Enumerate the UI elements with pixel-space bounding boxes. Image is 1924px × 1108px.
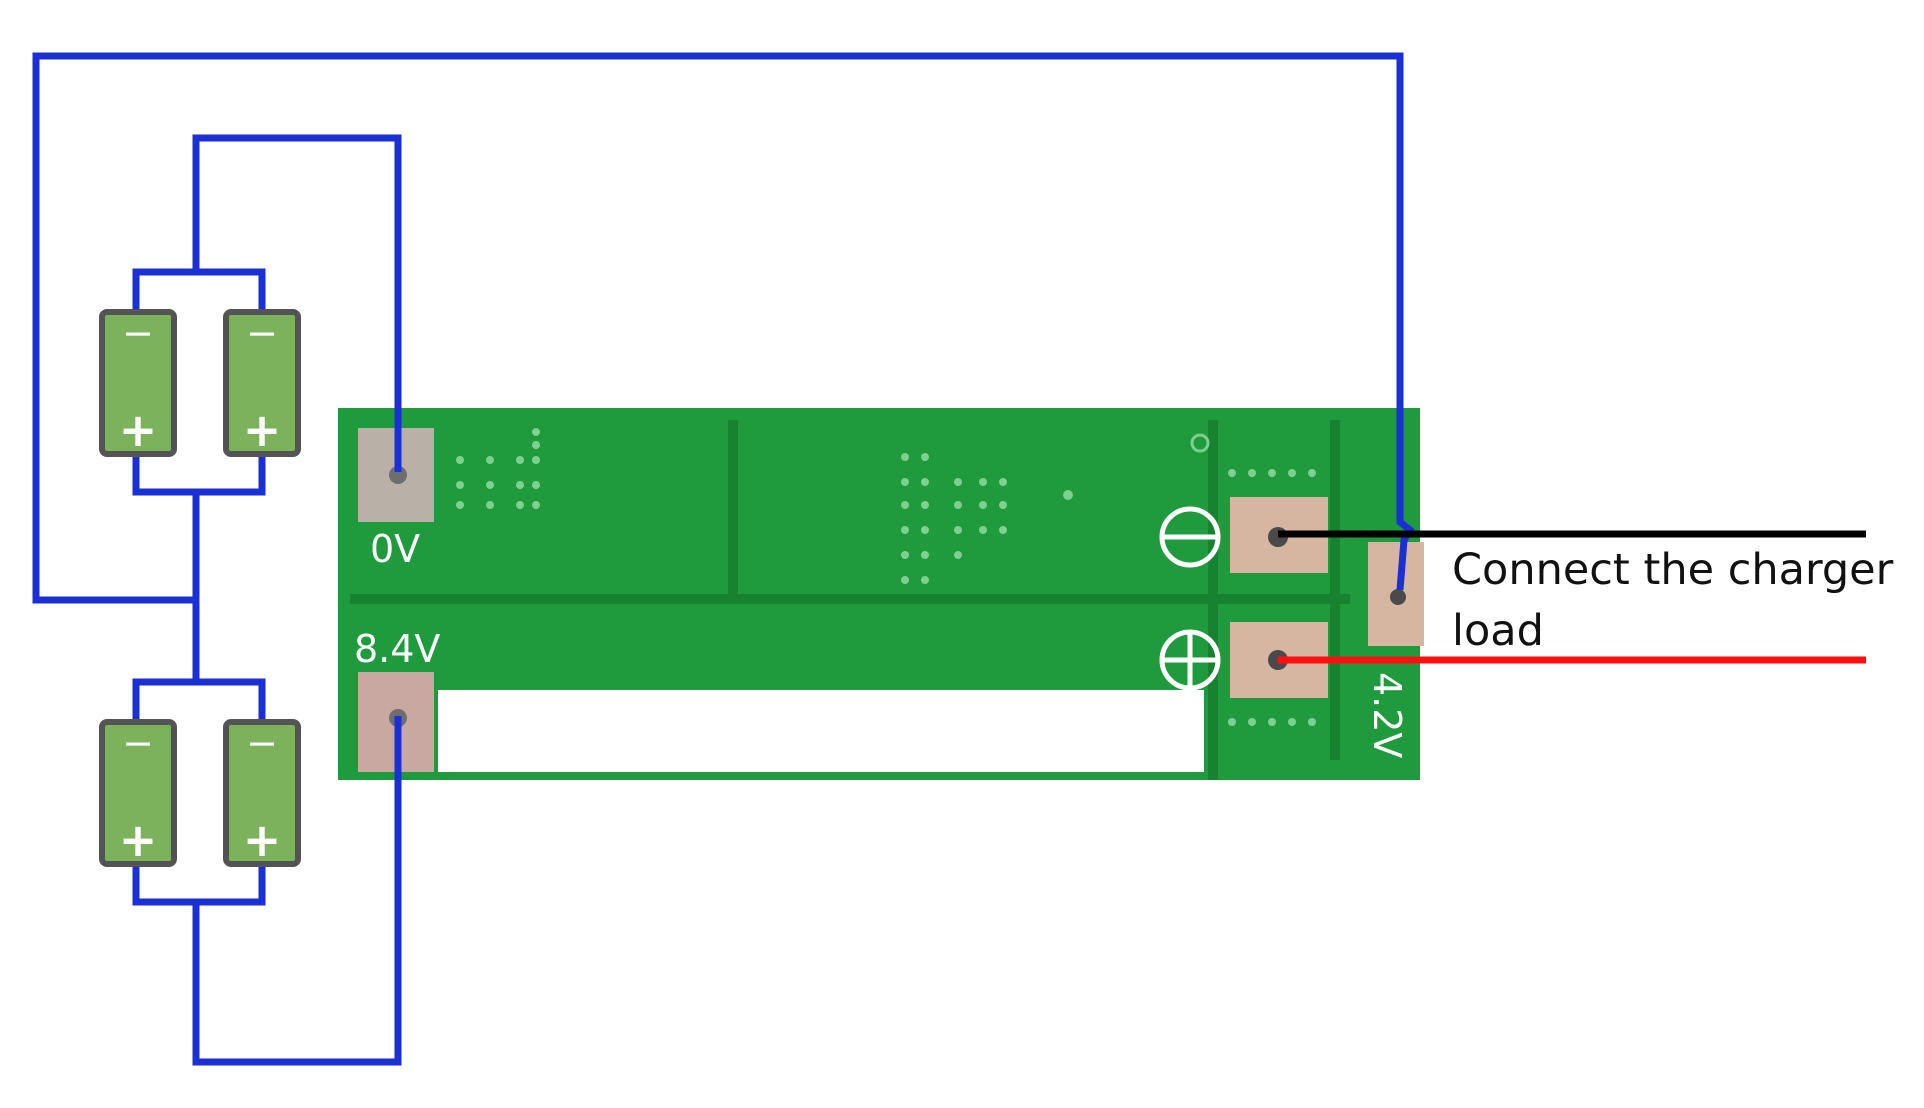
- board-slot-vertical-far: [1330, 420, 1340, 760]
- board-plus-symbol: [1159, 629, 1221, 691]
- wire-top-group-neg-bus: [132, 268, 266, 312]
- bms-wiring-diagram: 0V 8.4V 4.2V − + − + − + − + Connect the…: [32, 52, 1894, 1066]
- pad-4v2-hole: [1390, 589, 1406, 605]
- board-slot-vertical-right: [1208, 420, 1218, 780]
- cell-positive-sign: +: [243, 403, 282, 457]
- battery-cell: − +: [223, 719, 301, 867]
- cell-positive-sign: +: [119, 403, 158, 457]
- cell-positive-sign: +: [119, 813, 158, 867]
- cell-positive-sign: +: [243, 813, 282, 867]
- cell-group-bottom: − + − +: [99, 719, 301, 867]
- wire-bottom-group-pos-bus: [132, 862, 266, 906]
- cell-negative-sign: −: [246, 311, 278, 355]
- board-slot-vertical-left: [728, 420, 738, 598]
- board-slot-top: [350, 594, 1350, 604]
- battery-cell: − +: [99, 719, 177, 867]
- battery-cell: − +: [223, 309, 301, 457]
- label-8v4: 8.4V: [354, 627, 440, 671]
- board-silkscreen-strip: [438, 690, 1204, 772]
- bms-board: 0V 8.4V 4.2V: [338, 408, 1424, 780]
- label-4v2: 4.2V: [1365, 672, 1409, 758]
- cell-negative-sign: −: [246, 721, 278, 765]
- label-0v: 0V: [370, 527, 420, 571]
- cell-negative-sign: −: [122, 721, 154, 765]
- charger-label-line1: Connect the charger: [1452, 545, 1894, 595]
- battery-cell: − +: [99, 309, 177, 457]
- wire-top-group-pos-bus: [132, 452, 266, 496]
- wire-bottom-group-neg-bus: [132, 678, 266, 722]
- cell-negative-sign: −: [122, 311, 154, 355]
- charger-label-line2: load: [1452, 606, 1544, 656]
- cell-group-top: − + − +: [99, 309, 301, 457]
